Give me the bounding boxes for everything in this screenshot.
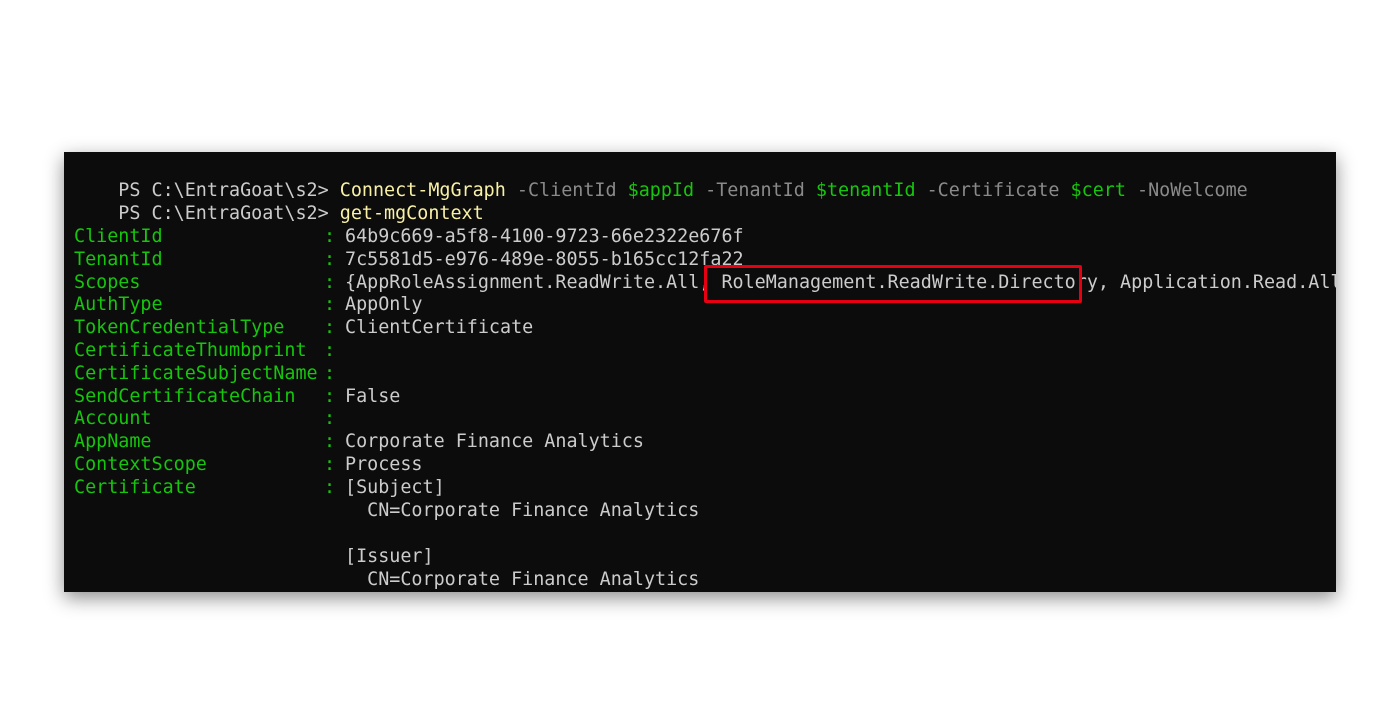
command-line-2: PS C:\EntraGoat\s2> get-mgContext [74,179,483,224]
property-separator: : [324,248,336,270]
property-separator: : [324,431,336,453]
property-separator: : [324,454,336,475]
property-separator: : [324,408,336,430]
certificate-issuer-label: [Issuer] [345,546,434,567]
arg-tenantid-param: -TenantId [694,180,816,201]
property-value: 64b9c669-a5f8-4100-9723-66e2322e676f [345,226,744,247]
property-key: AuthType [74,294,163,316]
property-key: TokenCredentialType [74,317,285,339]
property-key: CertificateSubjectName [74,362,318,384]
arg-certificate-param: -Certificate [915,180,1071,201]
property-separator: : [324,476,336,498]
command-line-1: PS C:\EntraGoat\s2> Connect-MgGraph -Cli… [74,156,1247,201]
property-key: ContextScope [74,454,207,475]
property-key: SendCertificateChain [74,385,296,407]
property-row-tokencredentialtype: TokenCredentialType: ClientCertificate [64,316,1336,339]
prompt: PS C:\EntraGoat\s2> [118,203,340,224]
arg-tenantid-var: $tenantId [815,180,916,201]
property-separator: : [324,317,336,339]
property-row-appname: AppName: Corporate Finance Analytics [64,430,1336,453]
property-separator: : [324,385,336,407]
property-row-certificatethumbprint: CertificateThumbprint: [64,339,1336,362]
property-key: Account [74,408,152,430]
certificate-issuer-cn: CN=Corporate Finance Analytics [345,569,700,590]
property-row-account: Account: [64,407,1336,430]
command-name: get-mgContext [339,203,484,224]
property-row-scopes: Scopes: {AppRoleAssignment.ReadWrite.All,… [64,271,1336,294]
powershell-terminal[interactable]: PS C:\EntraGoat\s2> Connect-MgGraph -Cli… [64,152,1336,592]
arg-cert-var: $cert [1070,180,1126,201]
property-row-clientid: ClientId:64b9c669-a5f8-4100-9723-66e2322… [64,225,1336,248]
property-row-tenantid: TenantId:7c5581d5-e976-489e-8055-b165cc1… [64,248,1336,271]
property-row-sendcertificatechain: SendCertificateChain: False [64,385,1336,408]
arg-clientid-param: -ClientId [505,180,628,201]
property-key: TenantId [74,248,163,270]
property-key: ClientId [74,226,163,247]
property-row-contextscope: ContextScope: Process [64,453,1336,476]
property-separator: : [324,362,336,384]
arg-appid-var: $appId [627,180,695,201]
property-key: Scopes [74,271,141,293]
property-value: Corporate Finance Analytics [345,431,644,453]
property-key: Certificate [74,476,196,498]
property-separator: : [324,271,336,293]
scope-highlight-box [704,265,1082,303]
property-separator: : [324,294,336,316]
property-value: ClientCertificate [345,317,534,339]
property-separator: : [324,340,336,361]
property-value: AppOnly [345,294,423,316]
certificate-subject-cn: CN=Corporate Finance Analytics [345,500,700,521]
property-value: Process [345,454,423,475]
arg-nowelcome-param: -NoWelcome [1125,180,1248,201]
property-key: AppName [74,431,152,453]
property-row-certificate: Certificate: [Subject] [64,476,1336,499]
property-key: CertificateThumbprint [74,340,307,361]
property-separator: : [324,226,336,247]
property-value: [Subject] [345,476,445,498]
property-row-certificatesubjectname: CertificateSubjectName: [64,362,1336,385]
property-row-authtype: AuthType: AppOnly [64,293,1336,316]
property-value: False [345,385,401,407]
property-value: 7c5581d5-e976-489e-8055-b165cc12fa22 [345,248,744,270]
